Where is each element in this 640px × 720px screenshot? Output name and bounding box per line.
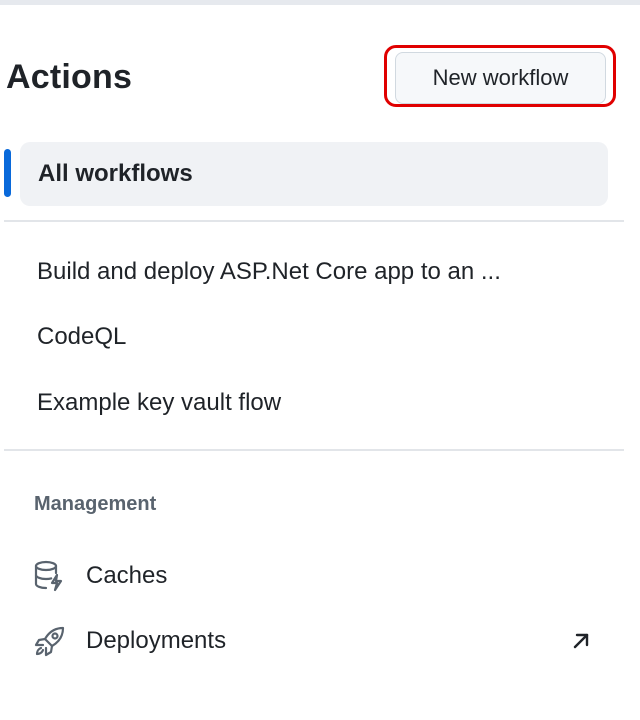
workflow-item[interactable]: Build and deploy ASP.Net Core app to an … bbox=[37, 258, 501, 286]
nav-item-label: All workflows bbox=[38, 160, 193, 187]
nav-item-all-workflows[interactable]: All workflows bbox=[20, 142, 608, 206]
management-item-label: Deployments bbox=[86, 627, 227, 654]
divider bbox=[4, 220, 624, 222]
page-title: Actions bbox=[6, 58, 133, 96]
management-item-deployments[interactable]: Deployments bbox=[33, 621, 593, 661]
management-item-caches[interactable]: Caches bbox=[33, 556, 593, 596]
management-heading: Management bbox=[34, 493, 157, 515]
database-icon bbox=[33, 558, 69, 594]
management-item-label: Caches bbox=[86, 562, 168, 589]
new-workflow-button[interactable]: New workflow bbox=[395, 52, 606, 104]
rocket-icon bbox=[33, 623, 69, 659]
sidebar-header: Actions New workflow bbox=[0, 40, 640, 118]
workflow-item[interactable]: Example key vault flow bbox=[37, 389, 281, 417]
arrow-up-right-icon bbox=[569, 629, 593, 653]
top-border bbox=[0, 0, 640, 5]
active-indicator bbox=[4, 149, 11, 197]
actions-sidebar: Actions New workflow All workflows Build… bbox=[0, 0, 640, 720]
divider bbox=[4, 449, 624, 451]
workflow-item[interactable]: CodeQL bbox=[37, 323, 126, 351]
